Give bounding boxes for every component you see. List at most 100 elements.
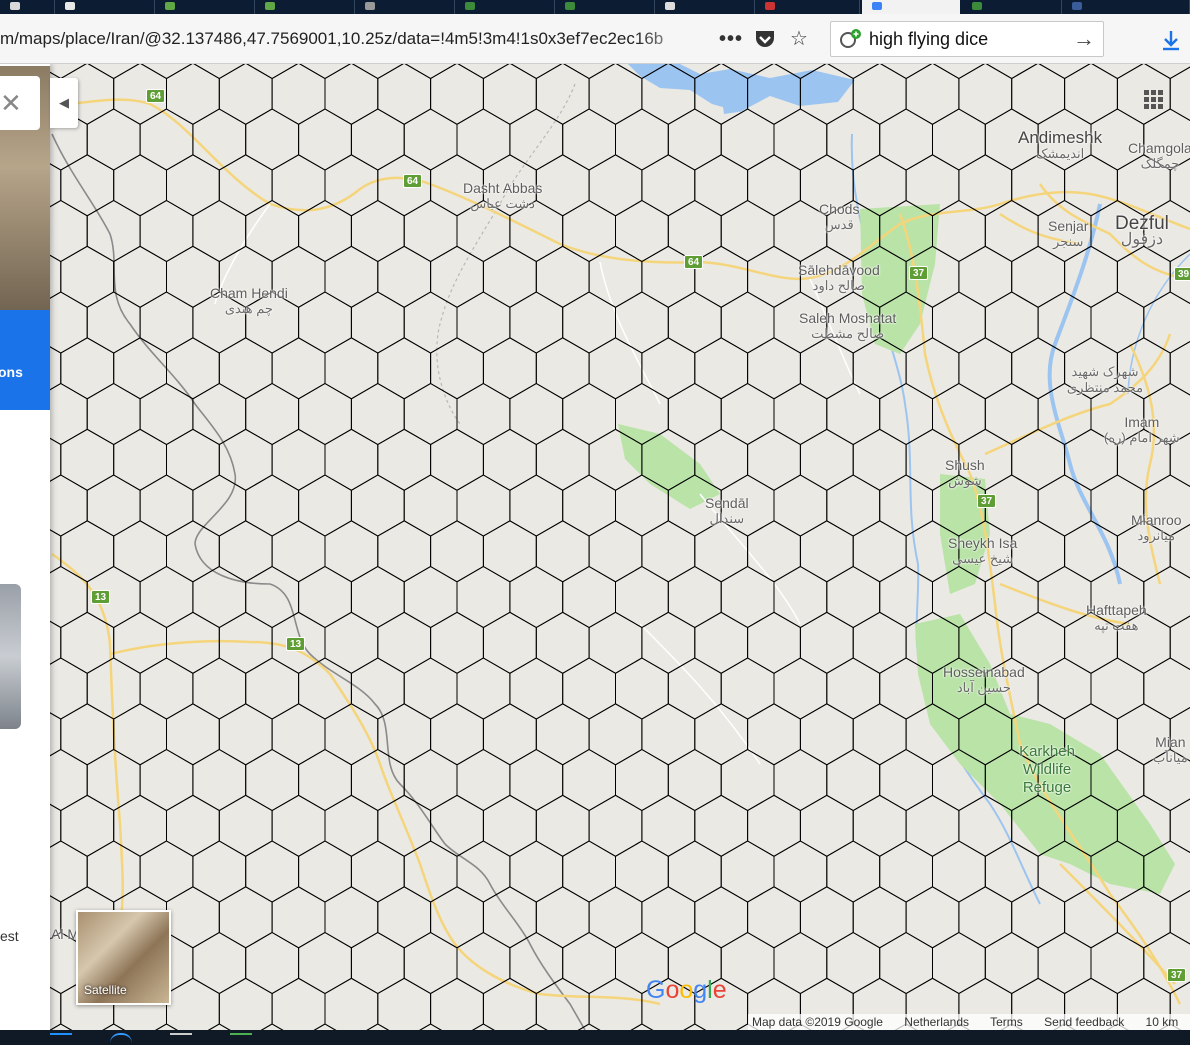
road-shield: 13 [91, 590, 111, 604]
place-hosseinabad[interactable]: Hosseinabad حسین آباد [943, 664, 1025, 696]
google-logo: Google [646, 976, 727, 1004]
pocket-icon[interactable] [752, 26, 778, 52]
hex-cell [588, 337, 643, 400]
hex-cell [166, 64, 220, 125]
hex-cell [509, 291, 564, 354]
hex-cell [377, 977, 432, 1030]
satellite-layer-button[interactable]: Satellite [76, 910, 171, 1005]
hex-cell [482, 794, 537, 857]
hex-cell [509, 108, 564, 171]
hex-cell [113, 154, 167, 217]
region-link[interactable]: Netherlands [904, 1015, 969, 1029]
place-saleh-moshatat[interactable]: Saleh Moshatat صالح مشطت [799, 310, 896, 342]
taskbar-app-icon[interactable] [170, 1033, 192, 1045]
hex-cell [588, 886, 643, 949]
terms-link[interactable]: Terms [990, 1015, 1023, 1029]
search-input[interactable]: high flying dice [869, 22, 988, 56]
place-salehdavood[interactable]: Sālehdāvood صالح داود [798, 262, 880, 294]
place-andimeshk[interactable]: Andimeshk اندیمشک [1018, 129, 1102, 162]
place-shush[interactable]: Shush شوش [945, 457, 985, 489]
close-icon[interactable]: ✕ [0, 76, 40, 130]
hex-cell [113, 428, 167, 491]
browser-tab[interactable] [155, 0, 255, 14]
taskbar-app-icon[interactable] [50, 1033, 72, 1045]
hex-cell [615, 108, 669, 171]
place-imam[interactable]: Imam شهر امام (ره) [1104, 414, 1180, 446]
collapse-left-icon[interactable]: ◀ [50, 78, 78, 128]
send-feedback-link[interactable]: Send feedback [1044, 1015, 1124, 1029]
place-label: Hafttapeh [1086, 602, 1147, 618]
search-bar[interactable]: high flying dice → [830, 21, 1104, 57]
hex-cell [747, 886, 801, 949]
browser-tab[interactable] [555, 0, 655, 14]
hex-cell [324, 611, 379, 674]
place-dezful[interactable]: Dezful دزفول [1115, 214, 1169, 248]
place-senjar[interactable]: Senjar سنجر [1048, 218, 1088, 250]
browser-tab[interactable] [355, 0, 455, 14]
browser-tab[interactable] [0, 0, 55, 14]
hex-cell [562, 748, 616, 812]
hex-cell [271, 428, 326, 491]
hex-cell [615, 565, 669, 629]
place-hafttapeh[interactable]: Hafttapeh هفت تپه [1086, 602, 1147, 634]
hex-cell [773, 840, 828, 903]
directions-button[interactable]: ons [0, 310, 50, 410]
place-dasht-abbas[interactable]: Dasht Abbas دشت عباس [463, 180, 542, 212]
browser-tab[interactable] [755, 0, 860, 14]
download-icon[interactable] [1160, 28, 1182, 52]
place-sendal[interactable]: Sendāl سندال [705, 495, 749, 527]
hex-cell [166, 337, 220, 400]
hex-cell [905, 886, 960, 949]
taskbar-app-icon[interactable] [110, 1033, 132, 1045]
address-bar[interactable]: m/maps/place/Iran/@32.137486,47.7569001,… [0, 26, 705, 52]
road-shield: 37 [1167, 968, 1187, 982]
hex-cell [218, 703, 273, 766]
hex-cell [799, 886, 854, 949]
browser-tab-active[interactable] [862, 0, 960, 14]
hex-cell [509, 748, 564, 812]
hex-cell [324, 64, 379, 125]
place-label: Saleh Moshatat [799, 310, 897, 326]
place-chods[interactable]: Chods قدس [819, 201, 859, 233]
place-label: Senjar [1048, 218, 1089, 234]
place-shahrak-montazeri[interactable]: شهرک شهید محمد منتظری [1060, 364, 1150, 396]
arrow-right-icon[interactable]: → [1073, 22, 1095, 56]
hex-cell [113, 703, 167, 766]
browser-tab[interactable] [455, 0, 555, 14]
hex-cell [588, 64, 643, 125]
hex-cell [1011, 520, 1066, 583]
hex-cell [1011, 245, 1066, 308]
hex-cell [245, 931, 300, 995]
place-mianrood[interactable]: Mianroo میانرود [1131, 512, 1182, 544]
place-label-fa: اندیمشک [1035, 146, 1085, 161]
place-mian[interactable]: Mian میانآب [1153, 734, 1188, 766]
hex-cell [193, 64, 246, 80]
hex-cell [1037, 474, 1092, 537]
taskbar-app-icon[interactable] [230, 1033, 252, 1045]
hex-cell [430, 64, 484, 125]
hex-cell [86, 108, 141, 171]
star-icon[interactable]: ☆ [786, 26, 812, 52]
place-side-panel: ✕ ons est [0, 64, 50, 1030]
apps-grid-icon[interactable] [1140, 86, 1172, 118]
place-al-m[interactable]: Al M [51, 926, 79, 942]
place-chamgolak[interactable]: Chamgola چمگلک [1128, 140, 1190, 172]
hex-cell [667, 108, 722, 171]
map-canvas[interactable]: Andimeshk اندیمشک Chamgola چمگلک Dezful … [0, 64, 1190, 1030]
place-cham-hendi[interactable]: Cham Hendi چم هندی [210, 285, 288, 317]
hex-cell [298, 748, 352, 812]
browser-tab[interactable] [1062, 0, 1190, 14]
place-label: Karkheh Wildlife Refuge [1019, 743, 1075, 796]
place-sheykh-isa[interactable]: Sheykh Isa شیخ عیسی [948, 535, 1017, 567]
street-view-thumbnail[interactable] [0, 584, 21, 729]
browser-tab[interactable] [962, 0, 1062, 14]
hex-cell [113, 611, 167, 674]
browser-tab[interactable] [655, 0, 755, 14]
more-dots-icon[interactable]: ••• [718, 26, 744, 52]
browser-tab[interactable] [55, 0, 155, 14]
tab-favicon-icon [65, 2, 75, 10]
browser-tab[interactable] [255, 0, 355, 14]
scale-label[interactable]: 10 km [1146, 1015, 1179, 1029]
hex-cell [799, 520, 854, 583]
place-karkheh-wildlife-refuge[interactable]: Karkheh Wildlife Refuge [1014, 743, 1080, 797]
